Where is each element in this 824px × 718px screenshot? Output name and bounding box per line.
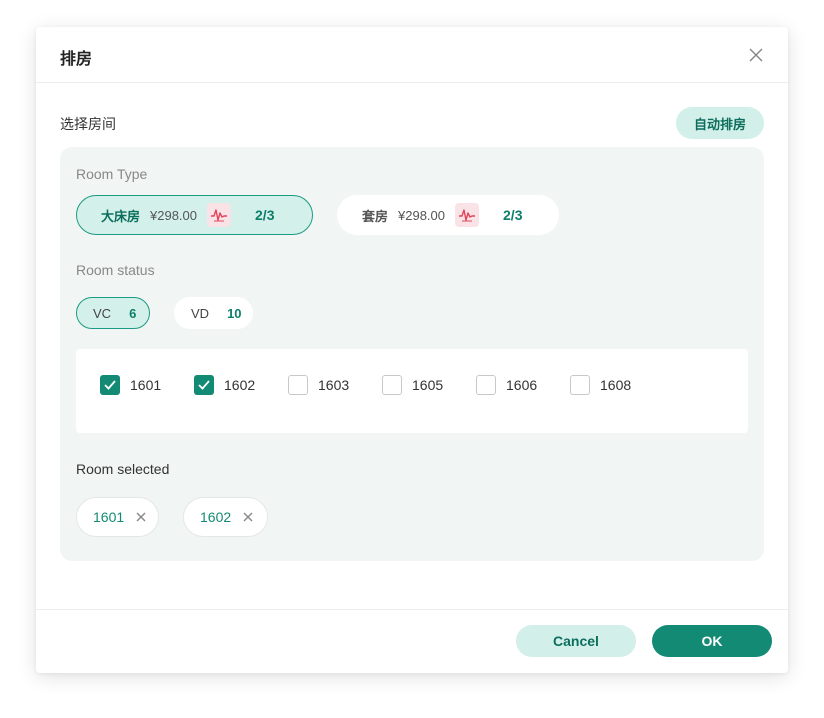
room-selected-label: Room selected bbox=[76, 461, 170, 477]
chip-label: 1602 bbox=[200, 509, 232, 525]
checkbox-unchecked[interactable] bbox=[382, 375, 402, 395]
dialog-header: 排房 bbox=[36, 27, 788, 83]
room-type-name: 套房 bbox=[362, 208, 389, 224]
select-room-label: 选择房间 bbox=[60, 116, 116, 132]
dialog-footer: Cancel OK bbox=[36, 609, 788, 673]
chart-line-icon bbox=[455, 203, 480, 227]
cancel-button[interactable]: Cancel bbox=[516, 625, 636, 657]
room-number: 1602 bbox=[224, 377, 256, 393]
checkbox-checked[interactable] bbox=[100, 375, 120, 395]
auto-arrange-button[interactable]: 自动排房 bbox=[676, 107, 764, 139]
selected-room-chip: 1601 bbox=[76, 497, 159, 537]
remove-icon[interactable] bbox=[243, 512, 253, 522]
checkbox-unchecked[interactable] bbox=[476, 375, 496, 395]
room-type-name: 大床房 bbox=[101, 208, 141, 224]
ok-button[interactable]: OK bbox=[652, 625, 772, 657]
room-checkbox-1603[interactable]: 1603 bbox=[288, 375, 349, 395]
status-count: 6 bbox=[129, 305, 137, 321]
room-type-option-suite[interactable]: 套房 ¥298.00 2/3 bbox=[337, 195, 559, 235]
room-number: 1608 bbox=[600, 377, 632, 393]
status-count: 10 bbox=[227, 305, 242, 321]
room-list: 1601 1602 1603 1605 1606 1608 bbox=[76, 349, 748, 433]
chart-line-icon bbox=[207, 203, 232, 227]
room-number: 1605 bbox=[412, 377, 444, 393]
room-type-label: Room Type bbox=[76, 166, 148, 182]
room-type-count: 2/3 bbox=[503, 207, 523, 223]
room-type-option-king[interactable]: 大床房 ¥298.00 2/3 bbox=[76, 195, 313, 235]
status-name: VD bbox=[191, 305, 210, 321]
checkbox-unchecked[interactable] bbox=[288, 375, 308, 395]
room-checkbox-1606[interactable]: 1606 bbox=[476, 375, 537, 395]
room-status-label: Room status bbox=[76, 262, 155, 278]
remove-icon[interactable] bbox=[136, 512, 146, 522]
room-number: 1601 bbox=[130, 377, 162, 393]
close-icon[interactable] bbox=[746, 45, 766, 65]
arrange-room-dialog: 排房 选择房间 自动排房 Room Type 大床房 ¥298.00 2/3 套… bbox=[36, 27, 788, 673]
room-checkbox-1602[interactable]: 1602 bbox=[194, 375, 255, 395]
room-checkbox-1601[interactable]: 1601 bbox=[100, 375, 161, 395]
checkbox-checked[interactable] bbox=[194, 375, 214, 395]
checkbox-unchecked[interactable] bbox=[570, 375, 590, 395]
status-name: VC bbox=[93, 305, 112, 321]
room-type-price: ¥298.00 bbox=[150, 207, 198, 223]
room-number: 1603 bbox=[318, 377, 350, 393]
room-selection-panel: Room Type 大床房 ¥298.00 2/3 套房 ¥298.00 2/3… bbox=[60, 147, 764, 561]
selected-room-chip: 1602 bbox=[183, 497, 268, 537]
room-type-count: 2/3 bbox=[255, 207, 275, 223]
room-checkbox-1608[interactable]: 1608 bbox=[570, 375, 631, 395]
chip-label: 1601 bbox=[93, 509, 125, 525]
room-checkbox-1605[interactable]: 1605 bbox=[382, 375, 443, 395]
room-number: 1606 bbox=[506, 377, 538, 393]
room-status-vd[interactable]: VD 10 bbox=[174, 297, 253, 329]
dialog-title: 排房 bbox=[60, 51, 93, 68]
room-type-price: ¥298.00 bbox=[398, 207, 446, 223]
room-status-vc[interactable]: VC 6 bbox=[76, 297, 150, 329]
